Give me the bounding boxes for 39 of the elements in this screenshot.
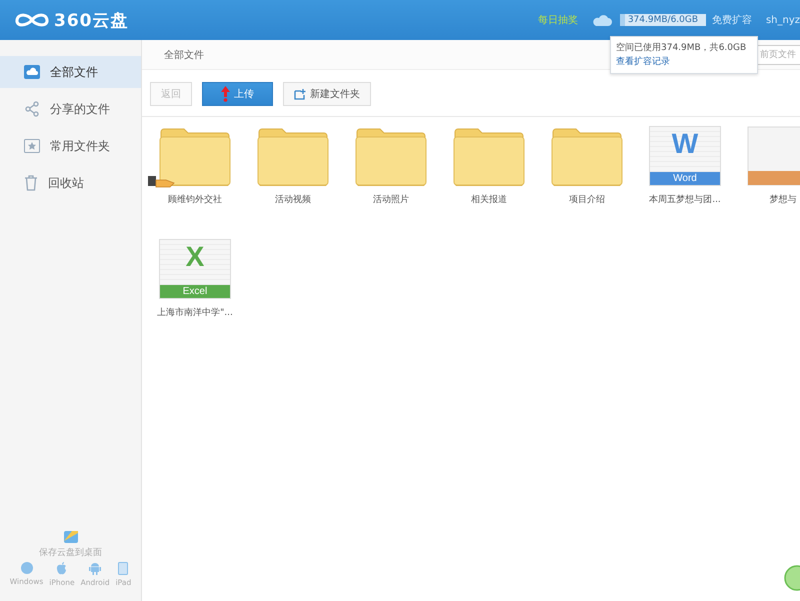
desktop-icon[interactable]	[64, 531, 78, 543]
file-name[interactable]: 相关报道	[471, 193, 507, 206]
sidebar-item[interactable]: 全部文件	[0, 56, 141, 88]
sidebar-item[interactable]: 回收站	[0, 167, 141, 199]
folder-icon	[355, 126, 427, 186]
excel-document-icon: X Excel	[159, 239, 231, 299]
share-icon	[24, 101, 40, 117]
logo-text: 360云盘	[54, 10, 128, 32]
file-name[interactable]: 活动视频	[275, 193, 311, 206]
android-icon	[89, 562, 102, 575]
document-icon	[747, 126, 800, 186]
new-folder-button[interactable]: 新建文件夹	[283, 82, 371, 106]
upload-icon	[221, 86, 230, 102]
file-name[interactable]: 梦想与	[770, 193, 796, 206]
file-name[interactable]: 顾维钧外交社	[168, 193, 222, 206]
folder-icon	[453, 126, 525, 186]
storage-reading: 374.9MB/6.0GB	[628, 15, 698, 25]
breadcrumb[interactable]: 全部文件	[164, 48, 204, 62]
sidebar-item[interactable]: 分享的文件	[0, 93, 141, 125]
tablet-icon	[118, 562, 128, 575]
word-document-icon: W Word	[649, 126, 721, 186]
tooltip-link[interactable]: 查看扩容记录	[616, 55, 752, 69]
file-name[interactable]: 活动照片	[373, 193, 409, 206]
tooltip-text: 空间已使用374.9MB，共6.0GB	[616, 42, 748, 55]
file-name[interactable]: 上海市南洋中学"...	[157, 306, 233, 319]
file-name[interactable]: 本周五梦想与团...	[649, 193, 721, 206]
apple-icon	[56, 562, 68, 575]
cloud-folder-icon	[24, 65, 40, 79]
bookmark-icon	[24, 139, 40, 153]
folder-icon	[159, 126, 231, 186]
cloud-icon	[592, 14, 612, 26]
folder-icon	[257, 126, 329, 186]
file-name[interactable]: 项目介绍	[569, 193, 605, 206]
folder-icon	[551, 126, 623, 186]
search-field[interactable]: 前页文件	[756, 44, 800, 64]
sidebar-item[interactable]: 常用文件夹	[0, 130, 141, 162]
trash-icon	[24, 175, 38, 191]
new-folder-icon	[294, 88, 306, 100]
upload-button[interactable]: 上传	[202, 82, 273, 106]
